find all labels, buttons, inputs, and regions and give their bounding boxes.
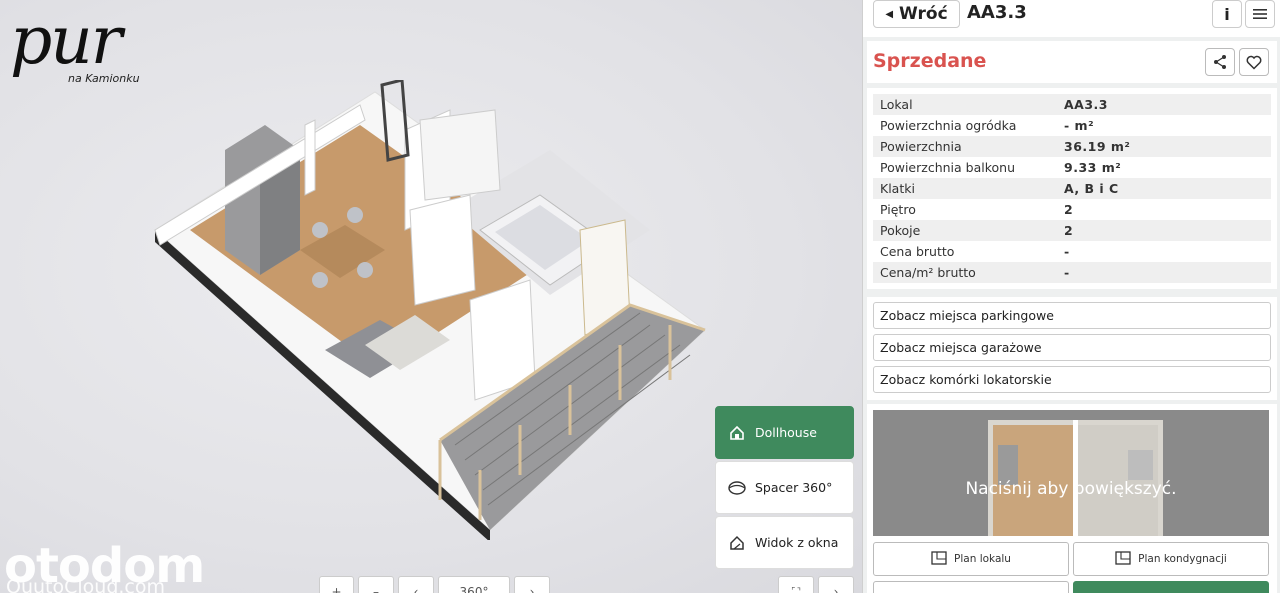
extra-plan-button[interactable] — [873, 581, 1069, 593]
window-view-label: Widok z okna — [755, 535, 839, 550]
detail-value: AA3.3 — [1064, 97, 1108, 112]
rotate-left-button[interactable]: ‹ — [398, 576, 434, 593]
next-button[interactable]: › — [818, 576, 854, 593]
chevron-right-icon: › — [833, 585, 839, 593]
unit-plan-label: Plan lokalu — [954, 553, 1011, 565]
detail-key: Powierzchnia — [880, 139, 962, 154]
info-icon: i — [1224, 4, 1230, 24]
window-view-button[interactable]: Widok z okna — [715, 516, 854, 569]
chevron-right-icon: › — [529, 585, 535, 593]
floor-plan-label: Plan kondygnacji — [1138, 553, 1227, 565]
viewer-controls-right: ⛶ › — [778, 576, 854, 593]
zoom-out-button[interactable]: – — [358, 576, 394, 593]
detail-key: Powierzchnia balkonu — [880, 160, 1016, 175]
watermark-sub: OuutoCloud.com — [6, 576, 166, 593]
panel-topbar: ◀ Wróć AA3.3 i — [863, 0, 1280, 37]
status-card: Sprzedane — [867, 41, 1277, 83]
detail-row: Klatki A, B i C — [873, 178, 1271, 199]
detail-row: Powierzchnia ogródka - m² — [873, 115, 1271, 136]
viewer-controls: + – ‹ 360° › — [319, 576, 550, 593]
detail-value: 36.19 m² — [1064, 139, 1131, 154]
detail-key: Powierzchnia ogródka — [880, 118, 1017, 133]
status-label: Sprzedane — [873, 50, 987, 72]
rotate-360-button[interactable]: 360° — [438, 576, 510, 593]
fullscreen-button[interactable]: ⛶ — [778, 576, 814, 593]
spacer-360-button[interactable]: Spacer 360° — [715, 461, 854, 514]
floor-plan-preview[interactable]: Naciśnij aby powiększyć. — [873, 410, 1269, 536]
floor-plan-button[interactable]: Plan kondygnacji — [1073, 542, 1269, 576]
detail-value: 9.33 m² — [1064, 160, 1122, 175]
view-mode-buttons: Dollhouse Spacer 360° Widok z okna — [715, 406, 854, 571]
detail-key: Pokoje — [880, 223, 921, 238]
back-button[interactable]: ◀ Wróć — [873, 0, 960, 28]
dollhouse-viewer[interactable]: pur na Kamionku otodom OuutoCloud.com Do… — [0, 0, 862, 593]
panorama-icon — [728, 479, 746, 497]
enlarge-hint: Naciśnij aby powiększyć. — [965, 479, 1177, 499]
plan-card: Naciśnij aby powiększyć. Plan lokalu Pla… — [867, 404, 1277, 593]
plus-icon: + — [331, 585, 342, 593]
logo-main: pur — [10, 2, 122, 79]
hamburger-icon — [1253, 9, 1267, 19]
detail-row: Cena brutto - — [873, 241, 1271, 262]
detail-row: Lokal AA3.3 — [873, 94, 1271, 115]
chevron-left-icon: ‹ — [413, 585, 419, 593]
share-icon — [1214, 55, 1226, 69]
dollhouse-button[interactable]: Dollhouse — [715, 406, 854, 459]
brand-logo: pur na Kamionku — [10, 2, 140, 86]
detail-row: Piętro 2 — [873, 199, 1271, 220]
menu-button[interactable] — [1245, 0, 1275, 28]
share-button[interactable] — [1205, 48, 1235, 76]
detail-value: 2 — [1064, 202, 1074, 217]
detail-value: 2 — [1064, 223, 1074, 238]
detail-row: Powierzchnia 36.19 m² — [873, 136, 1271, 157]
detail-value: - m² — [1064, 118, 1095, 133]
detail-key: Cena brutto — [880, 244, 955, 259]
storage-units-button[interactable]: Zobacz komórki lokatorskie — [873, 366, 1271, 393]
house-icon — [728, 424, 746, 442]
apartment-3d-model[interactable] — [150, 80, 710, 540]
detail-row: Pokoje 2 — [873, 220, 1271, 241]
detail-key: Piętro — [880, 202, 916, 217]
detail-key: Klatki — [880, 181, 915, 196]
minus-icon: – — [373, 585, 379, 593]
plan-icon — [1115, 550, 1131, 568]
fullscreen-icon: ⛶ — [791, 585, 801, 593]
detail-value: A, B i C — [1064, 181, 1119, 196]
back-triangle-icon: ◀ — [885, 8, 894, 20]
heart-icon — [1246, 55, 1262, 70]
back-label: Wróć — [899, 4, 948, 24]
detail-row: Powierzchnia balkonu 9.33 m² — [873, 157, 1271, 178]
plan-icon — [931, 550, 947, 568]
unit-details-table: Lokal AA3.3 Powierzchnia ogródka - m² Powi… — [867, 88, 1277, 289]
garage-spots-button[interactable]: Zobacz miejsca garażowe — [873, 334, 1271, 361]
detail-value: - — [1064, 244, 1070, 259]
detail-value: - — [1064, 265, 1070, 280]
favorite-button[interactable] — [1239, 48, 1269, 76]
rotate-right-button[interactable]: › — [514, 576, 550, 593]
detail-row: Cena/m² brutto - — [873, 262, 1271, 283]
plan-buttons-row2 — [873, 581, 1271, 593]
related-links: Zobacz miejsca parkingowe Zobacz miejsca… — [867, 297, 1277, 400]
detail-key: Cena/m² brutto — [880, 265, 976, 280]
dollhouse-label: Dollhouse — [755, 425, 817, 440]
window-view-icon — [728, 534, 746, 552]
primary-action-button[interactable] — [1073, 581, 1269, 593]
rotate-label: 360° — [459, 585, 489, 593]
unit-plan-button[interactable]: Plan lokalu — [873, 542, 1069, 576]
details-panel: ◀ Wróć AA3.3 i Sprzedane Lokal AA3.3 Powi… — [862, 0, 1280, 593]
unit-title: AA3.3 — [967, 2, 1027, 23]
zoom-in-button[interactable]: + — [319, 576, 354, 593]
parking-spots-button[interactable]: Zobacz miejsca parkingowe — [873, 302, 1271, 329]
logo-sub: na Kamionku — [68, 72, 140, 85]
plan-buttons: Plan lokalu Plan kondygnacji — [873, 542, 1271, 576]
info-button[interactable]: i — [1212, 0, 1242, 28]
detail-key: Lokal — [880, 97, 913, 112]
spacer-360-label: Spacer 360° — [755, 480, 833, 495]
